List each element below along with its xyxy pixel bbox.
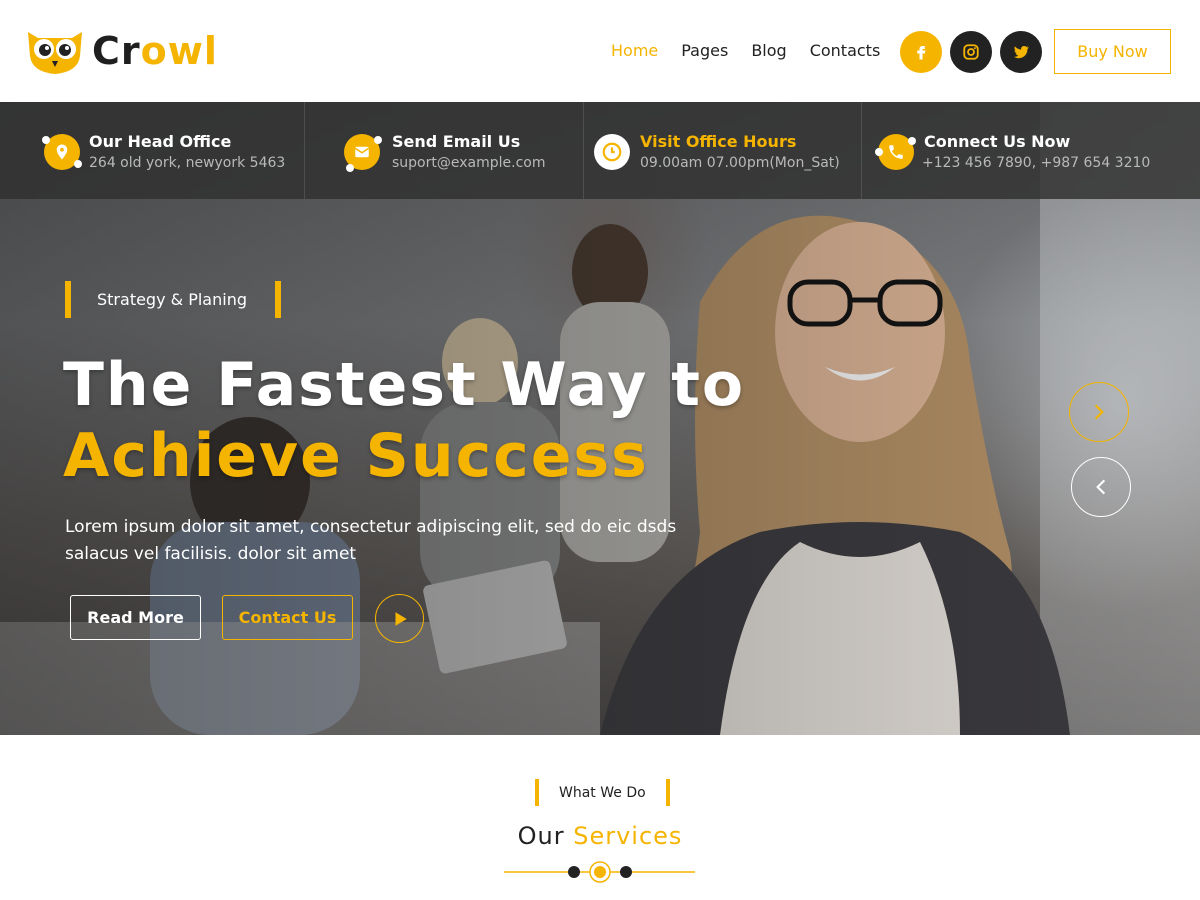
play-video-button[interactable] [375, 594, 424, 643]
twitter-button[interactable] [1000, 31, 1042, 73]
info-title: Connect Us Now [924, 132, 1071, 151]
main-nav: Home Pages Blog Contacts [611, 41, 880, 60]
section-title-part1: Our [517, 822, 565, 850]
hero-headline-line1: The Fastest Way to [63, 350, 746, 420]
info-subtitle: 264 old york, newyork 5463 [89, 155, 286, 171]
phone-icon [875, 134, 916, 170]
brand-name-part1: Cr [92, 29, 141, 73]
clock-icon [594, 134, 630, 170]
info-title: Send Email Us [392, 132, 521, 151]
info-item-head-office: Our Head Office 264 old york, newyork 54… [0, 102, 305, 199]
info-subtitle: 09.00am 07.00pm(Mon_Sat) [640, 155, 840, 171]
slider-next-button[interactable] [1069, 382, 1129, 442]
email-icon [344, 134, 382, 172]
nav-contacts[interactable]: Contacts [810, 41, 881, 60]
section-title: Our Services [0, 822, 1200, 850]
owl-logo-icon [28, 32, 82, 74]
site-header: Crowl Home Pages Blog Contacts Buy Now [0, 0, 1200, 102]
info-item-connect: Connect Us Now +123 456 7890, +987 654 3… [862, 102, 1200, 199]
info-title: Our Head Office [89, 132, 232, 151]
facebook-icon [917, 46, 926, 60]
brand-logo[interactable]: Crowl [24, 26, 218, 76]
info-subtitle: +123 456 7890, +987 654 3210 [922, 155, 1151, 171]
brand-name-part2: owl [140, 29, 218, 73]
read-more-button[interactable]: Read More [70, 595, 201, 640]
slider-prev-button[interactable] [1071, 457, 1131, 517]
instagram-icon [963, 44, 979, 60]
info-item-office-hours: Visit Office Hours 09.00am 07.00pm(Mon_S… [584, 102, 862, 199]
play-icon [395, 611, 407, 626]
hero-tagline: Strategy & Planing [65, 281, 281, 318]
info-item-email: Send Email Us suport@example.com [305, 102, 584, 199]
hero-description: Lorem ipsum dolor sit amet, consectetur … [65, 517, 677, 564]
hero-headline-line2: Achieve Success [63, 421, 649, 491]
location-pin-icon [42, 134, 82, 170]
nav-home[interactable]: Home [611, 41, 658, 60]
chevron-right-icon [1094, 404, 1104, 420]
buy-now-button[interactable]: Buy Now [1054, 29, 1171, 74]
contact-us-button[interactable]: Contact Us [222, 595, 353, 640]
facebook-button[interactable] [900, 31, 942, 73]
contact-info-bar: Our Head Office 264 old york, newyork 54… [0, 102, 1200, 199]
nav-blog[interactable]: Blog [751, 41, 786, 60]
info-subtitle: suport@example.com [392, 155, 546, 171]
section-divider [504, 861, 695, 883]
nav-pages[interactable]: Pages [681, 41, 728, 60]
chevron-left-icon [1096, 479, 1106, 495]
section-tag: What We Do [535, 779, 670, 806]
instagram-button[interactable] [950, 31, 992, 73]
twitter-icon [1013, 45, 1029, 59]
section-title-part2: Services [573, 822, 683, 850]
brand-name: Crowl [92, 29, 218, 73]
info-title: Visit Office Hours [640, 132, 797, 151]
